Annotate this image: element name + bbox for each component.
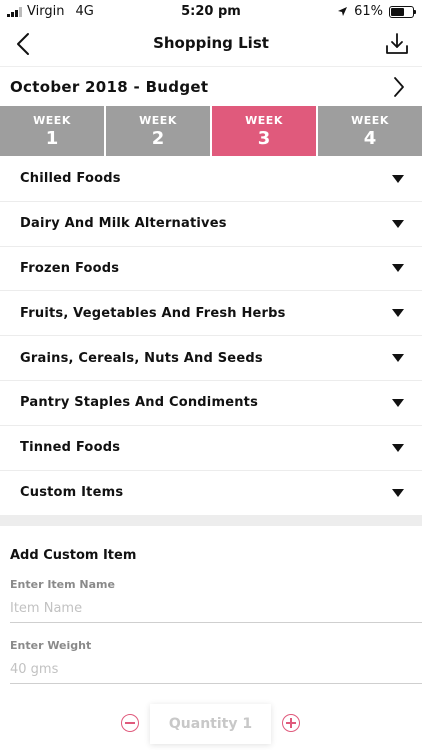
caret-down-icon (392, 398, 404, 407)
item-name-label: Enter Item Name (10, 578, 115, 591)
category-list: Chilled Foods Dairy And Milk Alternative… (0, 157, 422, 515)
week-label: WEEK (33, 113, 71, 127)
battery-icon (389, 5, 416, 18)
weight-label: Enter Weight (10, 639, 92, 652)
download-icon (386, 33, 408, 54)
caret-down-icon (392, 264, 404, 273)
week-label: WEEK (139, 113, 177, 127)
location-arrow-icon (338, 7, 348, 16)
download-button[interactable] (384, 30, 410, 58)
nav-bar: Shopping List (0, 24, 422, 66)
caret-down-icon (392, 354, 404, 363)
caret-down-icon (392, 219, 404, 228)
category-dairy[interactable]: Dairy And Milk Alternatives (0, 202, 422, 247)
minus-circle-icon[interactable] (121, 714, 139, 732)
tab-week-1[interactable]: WEEK 1 (0, 106, 104, 156)
budget-title: October 2018 - Budget (10, 78, 209, 96)
category-label: Pantry Staples And Condiments (20, 395, 259, 411)
form-title: Add Custom Item (10, 548, 137, 563)
category-label: Tinned Foods (20, 440, 121, 456)
chevron-right-icon (394, 77, 404, 97)
category-label: Chilled Foods (20, 171, 121, 187)
status-right: 61% (337, 4, 416, 19)
week-number: 1 (45, 127, 59, 149)
battery-percent: 61% (354, 4, 383, 19)
category-chilled-foods[interactable]: Chilled Foods (0, 157, 422, 202)
category-frozen-foods[interactable]: Frozen Foods (0, 247, 422, 292)
category-label: Grains, Cereals, Nuts And Seeds (20, 350, 263, 366)
page-title: Shopping List (153, 34, 269, 52)
plus-circle-icon[interactable] (282, 714, 300, 732)
category-custom-items[interactable]: Custom Items (0, 471, 422, 516)
category-label: Frozen Foods (20, 260, 120, 276)
battery-fill (391, 7, 404, 16)
caret-down-icon (392, 309, 404, 318)
week-label: WEEK (245, 113, 283, 127)
status-bar: Virgin 4G 5:20 pm 61% (0, 0, 422, 24)
caret-down-icon (392, 443, 404, 452)
tab-week-2[interactable]: WEEK 2 (106, 106, 210, 156)
category-label: Custom Items (20, 485, 124, 501)
weight-input[interactable] (10, 656, 422, 684)
category-label: Fruits, Vegetables And Fresh Herbs (20, 305, 286, 321)
week-number: 4 (363, 127, 377, 149)
category-fruits-vegetables[interactable]: Fruits, Vegetables And Fresh Herbs (0, 291, 422, 337)
tab-week-3[interactable]: WEEK 3 (212, 106, 316, 156)
week-number: 3 (257, 127, 271, 149)
week-tabs: WEEK 1 WEEK 2 WEEK 3 WEEK 4 (0, 106, 422, 156)
budget-header: October 2018 - Budget (0, 66, 422, 106)
category-grains-cereals[interactable]: Grains, Cereals, Nuts And Seeds (0, 336, 422, 381)
next-month-button[interactable] (392, 75, 406, 99)
item-name-input[interactable] (10, 595, 422, 623)
section-divider (0, 515, 422, 526)
quantity-display: Quantity 1 (150, 704, 271, 744)
category-label: Dairy And Milk Alternatives (20, 216, 227, 232)
caret-down-icon (392, 488, 404, 497)
week-label: WEEK (351, 113, 389, 127)
add-custom-item-form: Add Custom Item Enter Item Name Enter We… (0, 526, 422, 750)
category-pantry-staples[interactable]: Pantry Staples And Condiments (0, 381, 422, 426)
category-tinned-foods[interactable]: Tinned Foods (0, 426, 422, 471)
tab-week-4[interactable]: WEEK 4 (318, 106, 422, 156)
quantity-stepper: Quantity 1 (0, 704, 422, 744)
week-number: 2 (151, 127, 165, 149)
caret-down-icon (392, 174, 404, 183)
